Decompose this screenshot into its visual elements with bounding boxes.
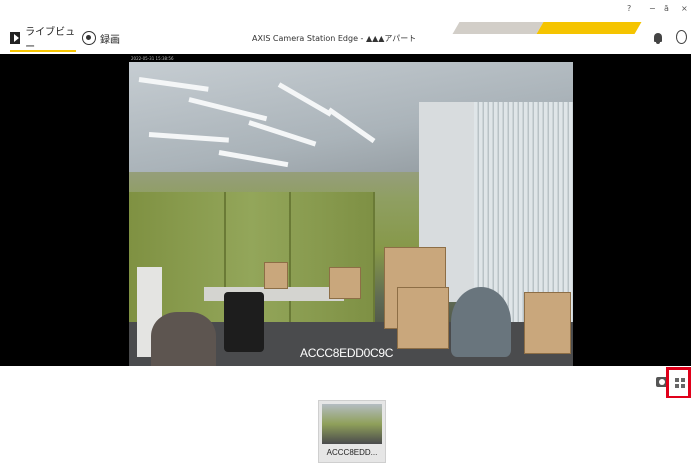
feed-cardboard-box <box>524 292 571 354</box>
minimize-button[interactable]: − <box>649 4 656 13</box>
restore-button[interactable]: ā <box>664 4 669 13</box>
record-icon <box>82 31 96 45</box>
camera-feed-image[interactable] <box>129 62 573 366</box>
feed-person <box>151 312 216 366</box>
feed-partition-seam <box>289 192 291 342</box>
thumbnail-label: ACCC8EDD... <box>326 448 378 457</box>
thumbnail-image <box>322 404 382 444</box>
feed-chair <box>224 292 264 352</box>
feed-cardboard-box <box>397 287 449 349</box>
accent-stripe-gray <box>452 22 544 34</box>
play-icon <box>10 32 21 44</box>
close-button[interactable]: × <box>681 4 688 13</box>
camera-thumbnail[interactable]: ACCC8EDD... <box>318 400 386 463</box>
feed-partition-seam <box>373 192 375 342</box>
feed-cardboard-box <box>264 262 288 289</box>
camera-name-label: ACCC8EDD0C9C <box>300 346 394 360</box>
video-timestamp: 2022-05-31 15:38:56 <box>131 56 174 61</box>
control-bar <box>0 366 691 399</box>
help-button[interactable]: ? <box>627 4 631 13</box>
feed-umbrella <box>451 287 511 357</box>
bell-icon[interactable] <box>654 33 662 44</box>
split-view-button[interactable] <box>666 367 691 399</box>
grid-icon <box>675 378 685 388</box>
feed-cardboard-box <box>329 267 361 299</box>
title-bar: ライブビュー 録画 AXIS Camera Station Edge - ▲▲▲… <box>0 0 691 54</box>
user-icon[interactable] <box>676 30 687 44</box>
accent-stripe-yellow <box>536 22 642 34</box>
tab-recordings-label: 録画 <box>100 34 120 46</box>
tab-live-view[interactable]: ライブビュー <box>10 26 76 53</box>
window-title: AXIS Camera Station Edge - ▲▲▲アパート <box>252 34 417 43</box>
tab-live-view-label: ライブビュー <box>25 27 76 53</box>
tab-recordings[interactable]: 録画 <box>82 26 122 50</box>
